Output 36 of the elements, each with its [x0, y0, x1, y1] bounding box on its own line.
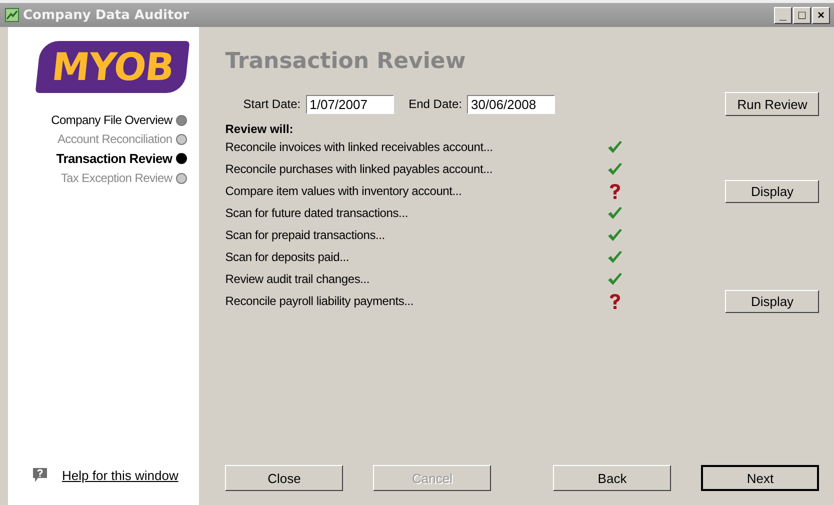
check-label: Scan for deposits paid... — [225, 250, 350, 264]
check-label: Scan for future dated transactions... — [225, 206, 409, 220]
display-button[interactable]: Display — [725, 290, 820, 312]
section-label: Review will: — [225, 122, 294, 136]
step-label: Tax Exception Review — [60, 171, 172, 185]
start-date-field[interactable]: 1/07/2007 — [306, 94, 394, 114]
footer-button[interactable]: Next — [701, 465, 820, 491]
page-heading: Transaction Review — [225, 49, 467, 74]
check-label: Reconcile payroll liability payments... — [225, 294, 415, 308]
maximize-button[interactable]: □ — [793, 6, 811, 24]
chart-icon — [5, 8, 19, 22]
check-label: Reconcile purchases with linked payables account... — [225, 162, 494, 176]
step-label: Transaction Review — [56, 151, 172, 166]
help-link[interactable]: Help for this window — [62, 468, 178, 482]
status-dot — [176, 172, 188, 184]
end-date-field[interactable]: 30/06/2008 — [466, 94, 555, 114]
field-label: End Date: — [408, 97, 462, 111]
status-dot — [176, 114, 188, 126]
window-title: Company Data Auditor — [23, 8, 190, 22]
footer-button[interactable]: Close — [225, 465, 344, 491]
help-icon — [32, 467, 48, 483]
close-button[interactable]: × — [812, 6, 830, 24]
logo: MYOB — [35, 41, 190, 93]
minimize-button[interactable]: _ — [774, 6, 792, 24]
check-label: Reconcile invoices with linked receivables account... — [225, 140, 494, 154]
step-label: Company File Overview — [51, 113, 172, 127]
field-label: Start Date: — [243, 97, 301, 111]
check-label: Review audit trail changes... — [225, 272, 371, 286]
run-review-button[interactable]: Run Review — [725, 92, 820, 116]
status-dot — [176, 134, 188, 144]
display-button[interactable]: Display — [725, 180, 820, 202]
footer-button[interactable]: Back — [553, 465, 672, 491]
status-dot — [176, 153, 188, 164]
step-label: Account Reconciliation — [57, 132, 172, 146]
check-label: Compare item values with inventory account... — [225, 184, 463, 198]
check-label: Scan for prepaid transactions... — [225, 228, 386, 242]
